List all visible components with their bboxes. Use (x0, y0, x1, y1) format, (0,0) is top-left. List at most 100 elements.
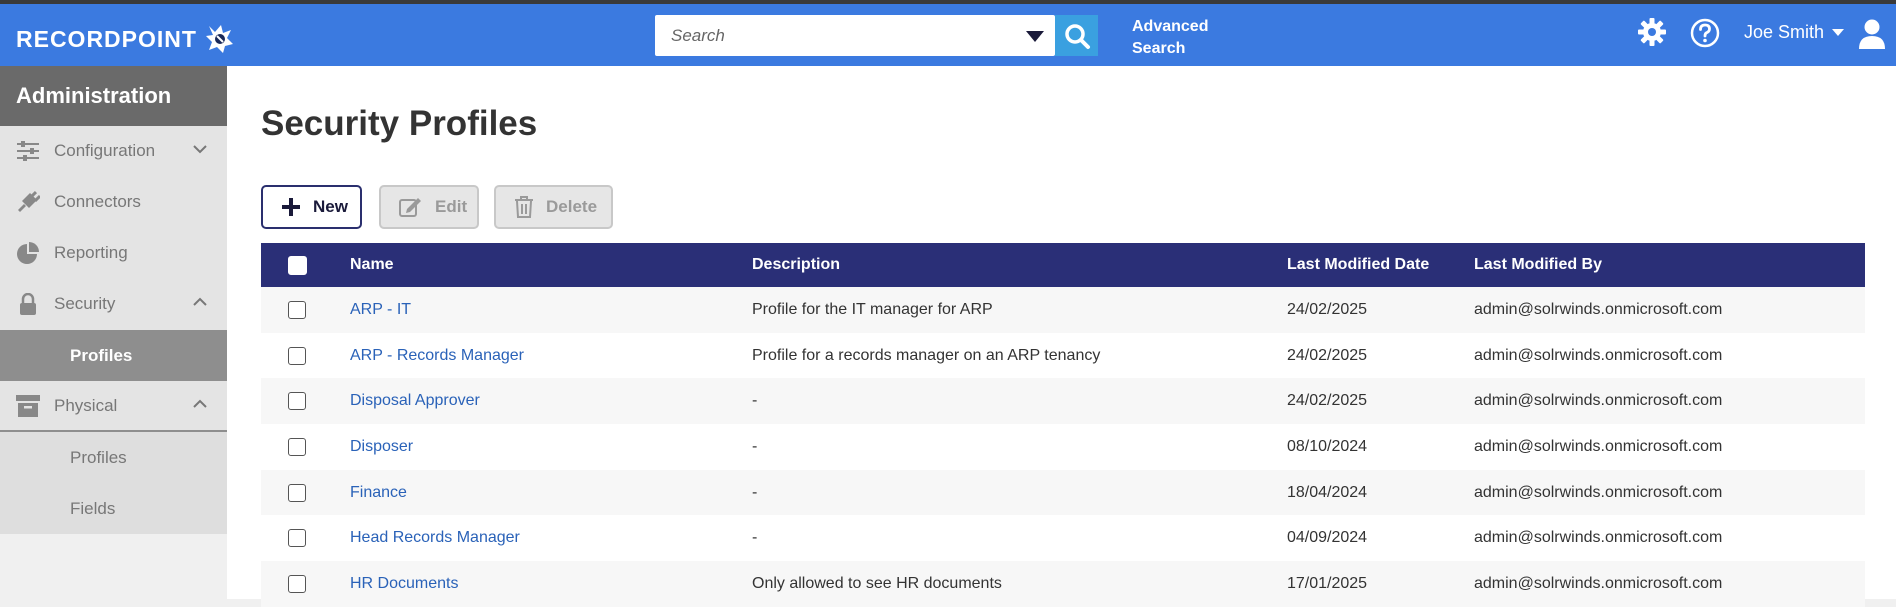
logo-mark-icon (205, 25, 233, 53)
user-menu[interactable]: Joe Smith (1744, 22, 1845, 43)
last-modified-date: 08/10/2024 (1287, 437, 1368, 455)
sidebar-item-physical-profiles[interactable]: Profiles (0, 432, 227, 483)
column-header-name[interactable]: Name (350, 243, 394, 287)
search-input[interactable] (655, 15, 1015, 56)
column-header-description[interactable]: Description (752, 243, 840, 287)
profile-description: Only allowed to see HR documents (752, 574, 1002, 592)
row-checkbox[interactable] (288, 300, 306, 319)
sidebar-item-label: Configuration (54, 141, 156, 160)
lock-icon (16, 292, 40, 316)
plug-icon (16, 190, 40, 214)
last-modified-date: 17/01/2025 (1287, 574, 1368, 592)
last-modified-by: admin@solrwinds.onmicrosoft.com (1474, 437, 1723, 455)
logo-text: RECORDPOINT (16, 25, 197, 52)
trash-icon (515, 196, 533, 218)
table-header: Name Description Last Modified Date Last… (261, 243, 1865, 287)
advanced-search-link[interactable]: Advanced Search (1132, 16, 1222, 60)
table-row[interactable]: Disposal Approver - 24/02/2025 admin@sol… (261, 378, 1865, 425)
profile-description: - (752, 483, 758, 501)
last-modified-by: admin@solrwinds.onmicrosoft.com (1474, 483, 1723, 501)
row-checkbox[interactable] (288, 346, 306, 365)
advanced-search-label-2: Search (1132, 40, 1186, 57)
chevron-down-icon (193, 145, 207, 154)
pie-chart-icon (16, 241, 40, 265)
table-row[interactable]: ARP - IT Profile for the IT manager for … (261, 287, 1865, 333)
last-modified-by: admin@solrwinds.onmicrosoft.com (1474, 529, 1723, 547)
sidebar-item-label: Reporting (54, 243, 128, 262)
row-checkbox[interactable] (288, 574, 306, 593)
search-scope-dropdown[interactable] (1023, 27, 1047, 45)
last-modified-date: 04/09/2024 (1287, 529, 1368, 547)
row-checkbox[interactable] (288, 483, 306, 502)
new-button-label: New (313, 197, 348, 216)
last-modified-date: 24/02/2025 (1287, 300, 1368, 318)
table-row[interactable]: HR Documents Only allowed to see HR docu… (261, 561, 1865, 607)
sidebar-item-label: Profiles (70, 345, 133, 365)
last-modified-date: 18/04/2024 (1287, 483, 1368, 501)
last-modified-by: admin@solrwinds.onmicrosoft.com (1474, 574, 1723, 592)
table-row[interactable]: ARP - Records Manager Profile for a reco… (261, 333, 1865, 379)
table-row[interactable]: Finance - 18/04/2024 admin@solrwinds.onm… (261, 469, 1865, 516)
select-all-cell (287, 243, 307, 287)
select-all-checkbox[interactable] (287, 255, 307, 275)
profile-name-link[interactable]: HR Documents (350, 561, 458, 607)
sliders-icon (16, 139, 40, 163)
plus-icon (282, 198, 300, 216)
edit-button-label: Edit (435, 197, 468, 216)
user-name: Joe Smith (1744, 22, 1825, 42)
sidebar-item-physical[interactable]: Physical (0, 381, 227, 432)
profiles-table: Name Description Last Modified Date Last… (261, 243, 1865, 607)
delete-button-label: Delete (546, 197, 598, 216)
sidebar: Administration Configuration Connectors … (0, 66, 227, 599)
last-modified-date: 24/02/2025 (1287, 392, 1368, 410)
row-checkbox[interactable] (288, 529, 306, 548)
search-icon (1064, 23, 1090, 49)
new-button[interactable]: New (261, 185, 362, 229)
gear-icon[interactable] (1637, 17, 1667, 47)
sidebar-title: Administration (0, 66, 227, 126)
caret-down-icon (1832, 28, 1845, 36)
sidebar-item-security[interactable]: Security (0, 279, 227, 330)
last-modified-by: admin@solrwinds.onmicrosoft.com (1474, 392, 1723, 410)
sidebar-item-label: Physical (54, 395, 118, 415)
sidebar-item-security-profiles[interactable]: Profiles (0, 330, 227, 381)
profile-name-link[interactable]: Finance (350, 470, 407, 516)
chevron-up-icon (193, 297, 207, 306)
profile-description: Profile for a records manager on an ARP … (752, 346, 1101, 364)
sidebar-item-configuration[interactable]: Configuration (0, 126, 227, 177)
help-icon[interactable] (1690, 18, 1720, 48)
sidebar-item-label: Security (54, 294, 116, 313)
profile-name-link[interactable]: Disposer (350, 424, 413, 470)
sidebar-item-label: Connectors (54, 192, 141, 211)
edit-button[interactable]: Edit (379, 185, 479, 229)
edit-icon (399, 198, 421, 217)
sidebar-item-label: Fields (70, 498, 116, 518)
delete-button[interactable]: Delete (494, 185, 613, 229)
column-header-last-modified-date[interactable]: Last Modified Date (1287, 243, 1429, 287)
archive-box-icon (16, 394, 40, 418)
last-modified-date: 24/02/2025 (1287, 346, 1368, 364)
table-row[interactable]: Disposer - 08/10/2024 admin@solrwinds.on… (261, 424, 1865, 470)
profile-description: Profile for the IT manager for ARP (752, 300, 993, 318)
last-modified-by: admin@solrwinds.onmicrosoft.com (1474, 346, 1723, 364)
page-title: Security Profiles (261, 104, 538, 143)
main-content: Security Profiles New Edit Delete Name D… (227, 66, 1896, 607)
chevron-up-icon (193, 399, 207, 408)
row-checkbox[interactable] (288, 392, 306, 411)
column-header-last-modified-by[interactable]: Last Modified By (1474, 243, 1602, 287)
row-checkbox[interactable] (288, 437, 306, 456)
search-button[interactable] (1055, 15, 1098, 56)
user-avatar-icon[interactable] (1858, 18, 1886, 50)
profile-name-link[interactable]: ARP - Records Manager (350, 333, 524, 379)
profile-name-link[interactable]: Disposal Approver (350, 378, 480, 424)
sidebar-item-reporting[interactable]: Reporting (0, 228, 227, 279)
sidebar-item-physical-fields[interactable]: Fields (0, 483, 227, 534)
profile-name-link[interactable]: Head Records Manager (350, 515, 520, 561)
logo[interactable]: RECORDPOINT (16, 24, 237, 54)
profile-name-link[interactable]: ARP - IT (350, 287, 411, 333)
profile-description: - (752, 529, 758, 547)
last-modified-by: admin@solrwinds.onmicrosoft.com (1474, 300, 1723, 318)
sidebar-item-connectors[interactable]: Connectors (0, 177, 227, 228)
advanced-search-label-1: Advanced (1132, 18, 1209, 35)
table-row[interactable]: Head Records Manager - 04/09/2024 admin@… (261, 515, 1865, 561)
